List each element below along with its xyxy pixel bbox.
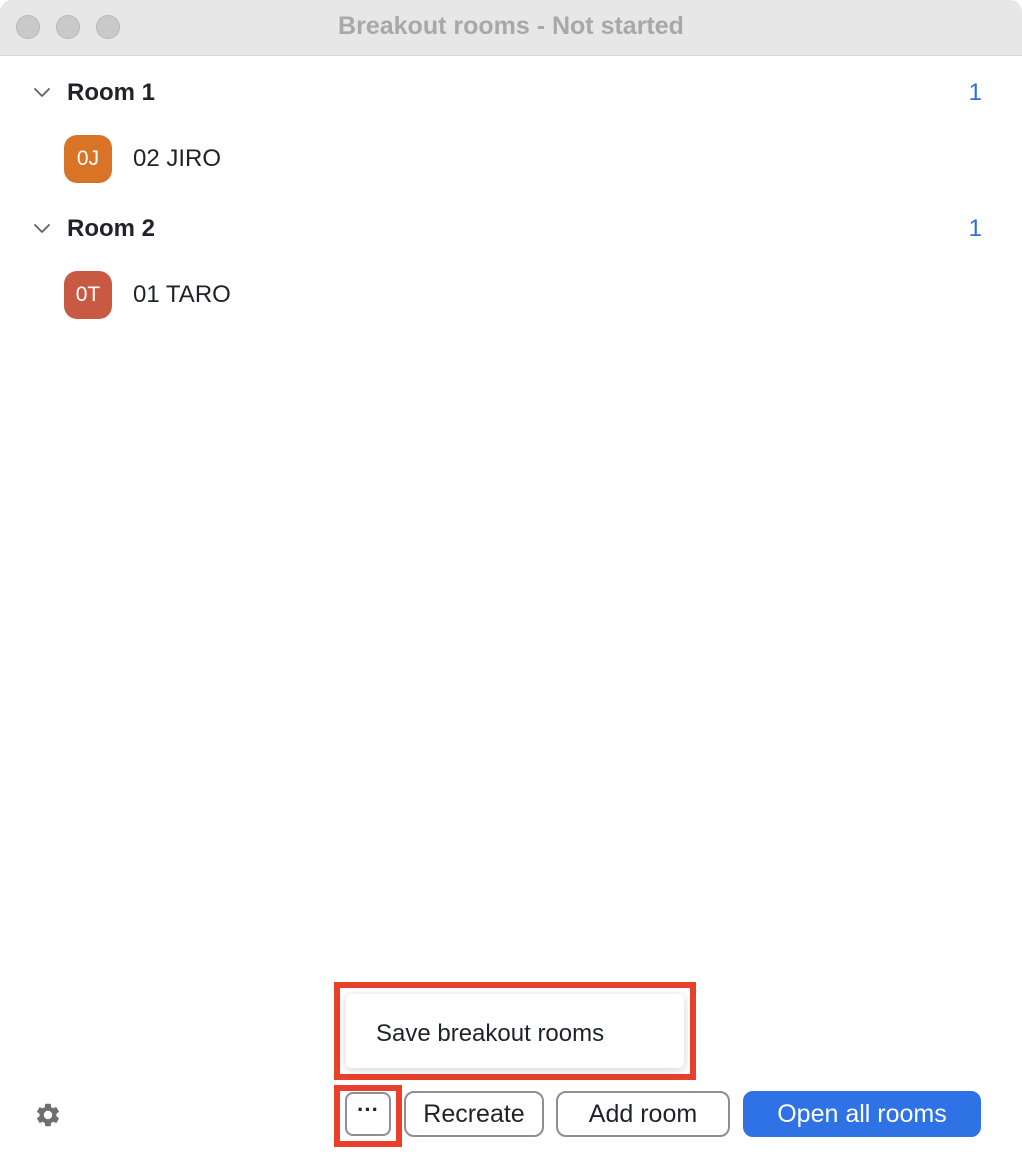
participant-row[interactable]: 0T 01 TARO <box>0 270 1022 322</box>
chevron-down-icon[interactable] <box>32 83 52 103</box>
recreate-button[interactable]: Recreate <box>404 1091 544 1137</box>
participant-name: 02 JIRO <box>133 145 222 172</box>
title-bar: Breakout rooms - Not started <box>0 0 1022 56</box>
room-participant-count: 1 <box>968 79 982 106</box>
avatar: 0J <box>64 135 112 183</box>
room-name: Room 1 <box>67 79 156 106</box>
room-header-room-2[interactable]: Room 2 1 <box>0 207 1022 251</box>
more-options-menu: Save breakout rooms <box>346 994 684 1068</box>
room-header-room-1[interactable]: Room 1 1 <box>0 71 1022 115</box>
add-room-button[interactable]: Add room <box>556 1091 730 1137</box>
room-participant-count: 1 <box>968 215 982 242</box>
participant-row[interactable]: 0J 02 JIRO <box>0 134 1022 186</box>
open-all-rooms-button[interactable]: Open all rooms <box>743 1091 981 1137</box>
breakout-rooms-window: Breakout rooms - Not started Room 1 1 0J… <box>0 0 1022 1170</box>
avatar: 0T <box>64 271 112 319</box>
participant-name: 01 TARO <box>133 281 231 308</box>
room-name: Room 2 <box>67 215 156 242</box>
more-options-button[interactable]: ··· <box>345 1092 391 1136</box>
gear-icon[interactable] <box>34 1101 62 1129</box>
chevron-down-icon[interactable] <box>32 219 52 239</box>
save-breakout-rooms-menu-item[interactable]: Save breakout rooms <box>376 1020 604 1048</box>
window-title: Breakout rooms - Not started <box>338 12 684 40</box>
